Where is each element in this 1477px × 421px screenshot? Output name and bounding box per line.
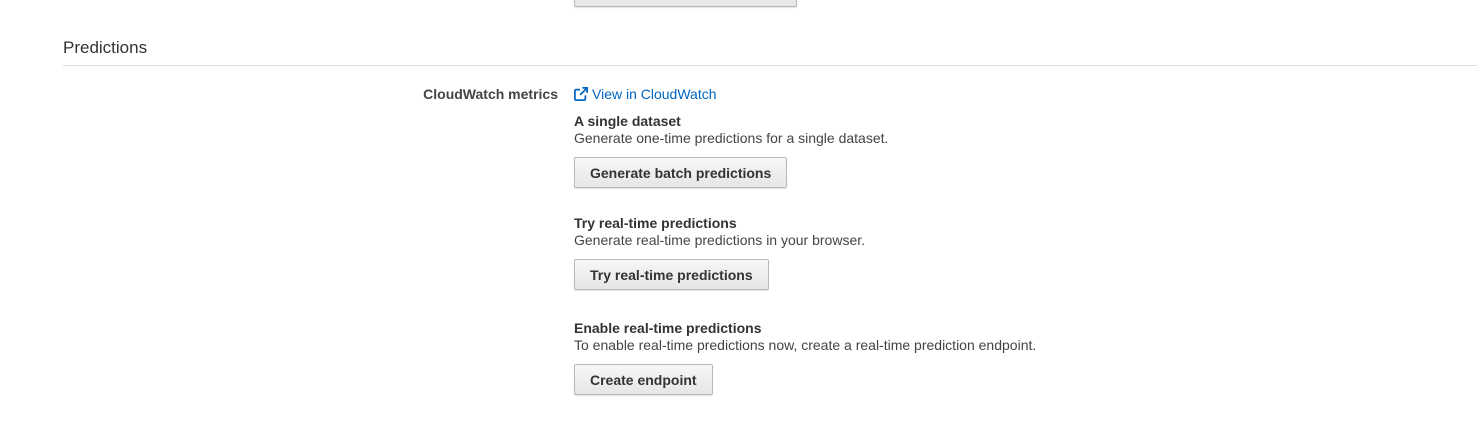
single-dataset-block: A single dataset Generate one-time predi…: [574, 113, 888, 188]
try-realtime-title: Try real-time predictions: [574, 215, 737, 231]
try-realtime-block: Try real-time predictions Generate real-…: [574, 215, 865, 290]
single-dataset-description: Generate one-time predictions for a sing…: [574, 130, 889, 146]
section-divider: [63, 65, 1477, 66]
enable-realtime-title: Enable real-time predictions: [574, 320, 762, 336]
section-title: Predictions: [63, 38, 148, 57]
cloudwatch-metrics-label: CloudWatch metrics: [423, 86, 558, 102]
external-link-icon[interactable]: [574, 87, 588, 101]
create-endpoint-button[interactable]: Create endpoint: [574, 364, 713, 395]
page: Predictions CloudWatch metrics View in C…: [0, 0, 1477, 421]
try-realtime-predictions-button[interactable]: Try real-time predictions: [574, 259, 769, 290]
single-dataset-title: A single dataset: [574, 113, 681, 129]
enable-realtime-description: To enable real-time predictions now, cre…: [574, 337, 1037, 353]
enable-realtime-block: Enable real-time predictions To enable r…: [574, 320, 1036, 395]
try-realtime-description: Generate real-time predictions in your b…: [574, 232, 866, 248]
view-in-cloudwatch-link[interactable]: View in CloudWatch: [592, 86, 717, 102]
previous-section-button[interactable]: [574, 0, 797, 7]
cloudwatch-link-row: View in CloudWatch: [574, 85, 1454, 103]
generate-batch-predictions-button[interactable]: Generate batch predictions: [574, 157, 788, 188]
predictions-content: View in CloudWatch A single dataset Gene…: [574, 85, 1454, 395]
